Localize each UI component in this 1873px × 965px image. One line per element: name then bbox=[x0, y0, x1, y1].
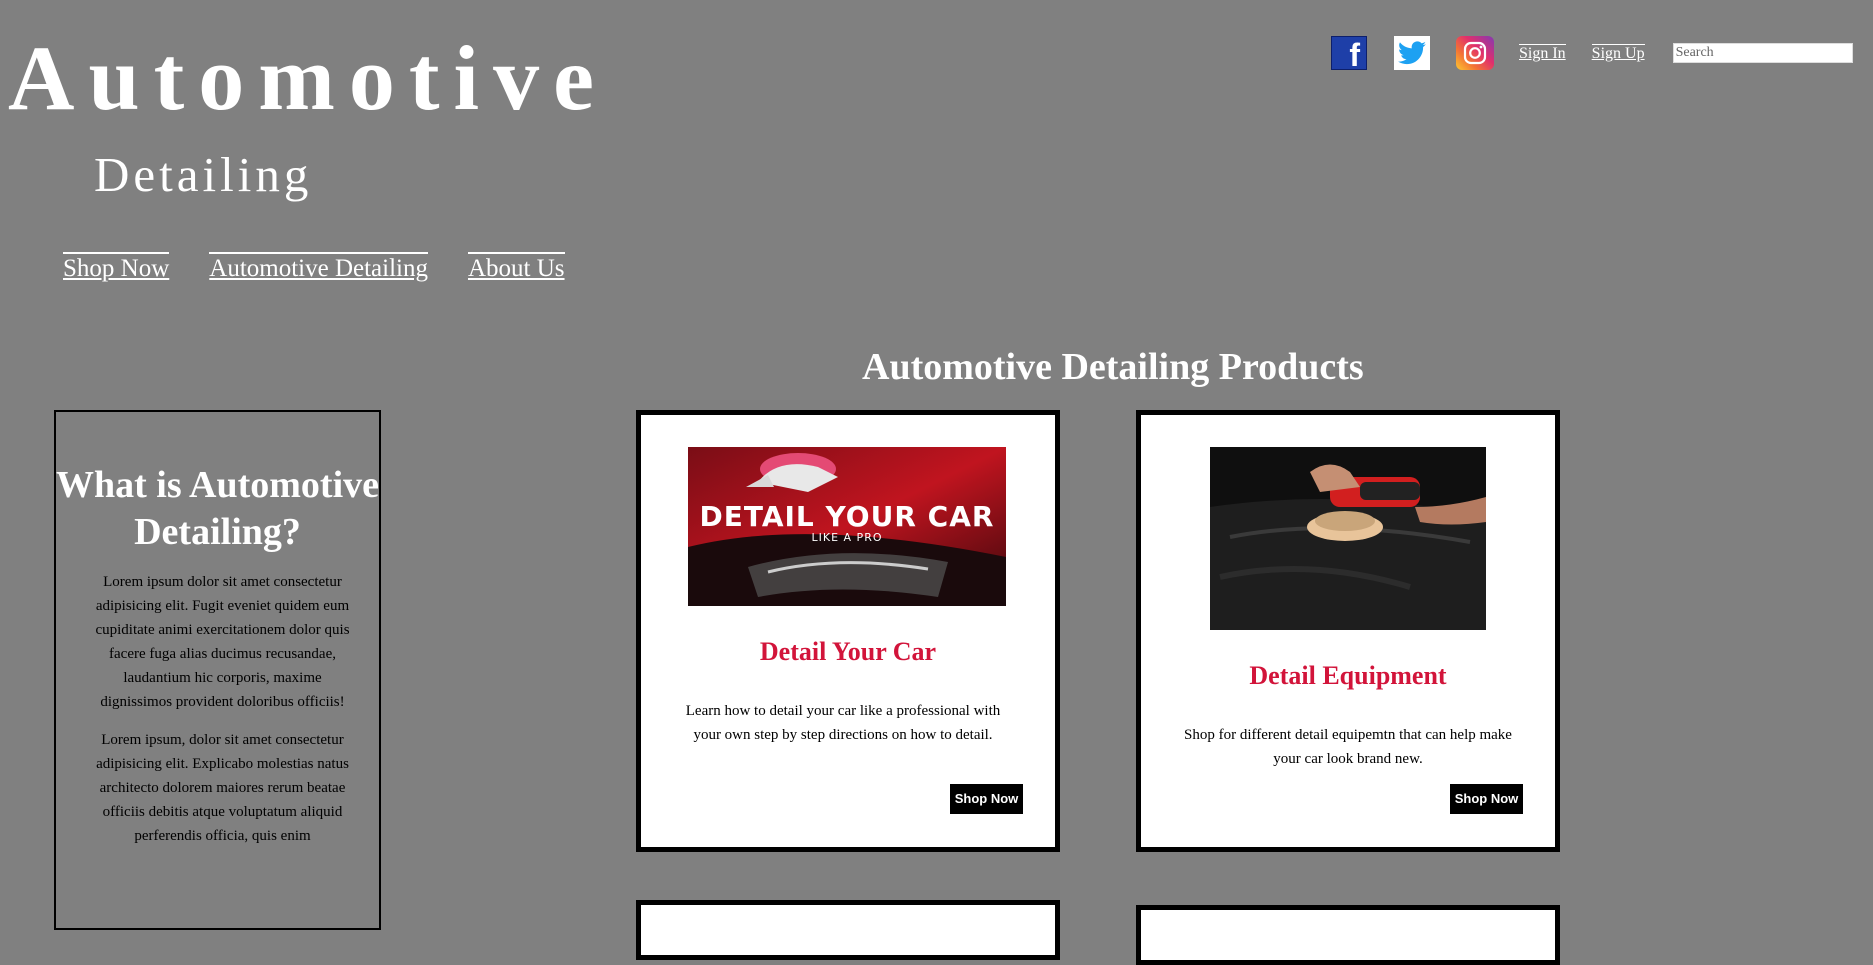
shop-now-button[interactable]: Shop Now bbox=[1450, 784, 1523, 814]
product-card bbox=[636, 900, 1060, 960]
card-description: Learn how to detail your car like a prof… bbox=[685, 703, 1001, 743]
sign-in-link[interactable]: Sign In bbox=[1519, 43, 1566, 63]
sidebar-heading: What is Automotive Detailing? bbox=[56, 464, 379, 553]
card-title: Detail Your Car bbox=[759, 637, 937, 666]
site-subtitle: Detailing bbox=[94, 147, 313, 202]
twitter-link[interactable] bbox=[1393, 36, 1431, 70]
facebook-link[interactable]: f bbox=[1330, 36, 1368, 71]
main-nav: Shop Now Automotive Detailing About Us bbox=[63, 252, 565, 284]
product-card: DETAIL YOUR CAR LIKE A PRO Detail Your C… bbox=[636, 410, 1060, 852]
instagram-link[interactable] bbox=[1456, 36, 1494, 70]
instagram-icon bbox=[1456, 36, 1494, 70]
twitter-icon bbox=[1394, 36, 1430, 70]
info-sidebar: What is Automotive Detailing? Lorem ipsu… bbox=[54, 410, 381, 930]
site-title: Automotive bbox=[8, 27, 608, 129]
detail-car-image: DETAIL YOUR CAR LIKE A PRO bbox=[688, 447, 1006, 606]
search-input[interactable] bbox=[1672, 43, 1853, 63]
nav-shop-now[interactable]: Shop Now bbox=[63, 252, 170, 284]
card-description: Shop for different detail equipemtn that… bbox=[1184, 727, 1512, 767]
detail-equipment-image bbox=[1210, 447, 1486, 630]
sign-up-link[interactable]: Sign Up bbox=[1591, 43, 1645, 63]
products-heading: Automotive Detailing Products bbox=[862, 346, 1364, 388]
facebook-icon: f bbox=[1331, 36, 1367, 71]
image-caption-sub: LIKE A PRO bbox=[811, 531, 883, 544]
product-card: Detail Equipment Shop for different deta… bbox=[1136, 410, 1560, 852]
top-bar: f Sign In Sign Up bbox=[1330, 36, 1853, 71]
nav-automotive-detailing[interactable]: Automotive Detailing bbox=[209, 252, 428, 284]
image-caption-main: DETAIL YOUR CAR bbox=[699, 500, 995, 533]
product-card bbox=[1136, 905, 1560, 965]
sidebar-paragraph: Lorem ipsum, dolor sit amet consectetur … bbox=[96, 732, 349, 844]
nav-about-us[interactable]: About Us bbox=[467, 252, 565, 284]
sidebar-paragraph: Lorem ipsum dolor sit amet consectetur a… bbox=[95, 574, 350, 710]
card-title: Detail Equipment bbox=[1249, 661, 1447, 690]
shop-now-button[interactable]: Shop Now bbox=[950, 784, 1023, 814]
